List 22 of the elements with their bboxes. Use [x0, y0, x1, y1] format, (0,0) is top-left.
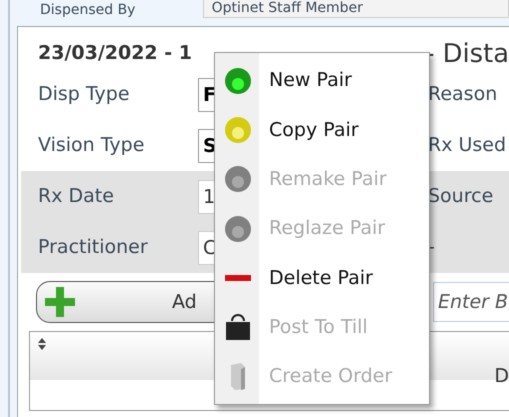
barcode-field[interactable]: Enter B [433, 282, 509, 322]
field-label: Rx Used [428, 133, 508, 158]
ball-icon [223, 164, 253, 194]
plus-icon [43, 285, 77, 319]
field-label: Rx Date [38, 184, 115, 210]
field-label: Dispensed By [40, 2, 136, 18]
minus-icon [225, 274, 251, 281]
ball-icon [223, 114, 253, 145]
dispensed-by-field[interactable]: Optinet Staff Member [202, 0, 509, 18]
ball-icon [223, 214, 253, 244]
field-label: Disp Type [38, 82, 131, 108]
bag-icon [223, 312, 253, 342]
column-header[interactable]: D [494, 362, 509, 380]
field-label: Practitioner [38, 235, 149, 260]
sort-icon[interactable] [38, 338, 46, 350]
ball-icon [223, 66, 253, 96]
menu-item[interactable]: Copy Pair [215, 105, 429, 155]
field-label: Source [428, 184, 494, 210]
menu-item[interactable]: New Pair [215, 56, 429, 106]
field-label: Reason [428, 82, 498, 108]
field-label: Vision Type [38, 133, 146, 158]
dispense-heading: 23/03/2022 - 1 [38, 41, 192, 66]
